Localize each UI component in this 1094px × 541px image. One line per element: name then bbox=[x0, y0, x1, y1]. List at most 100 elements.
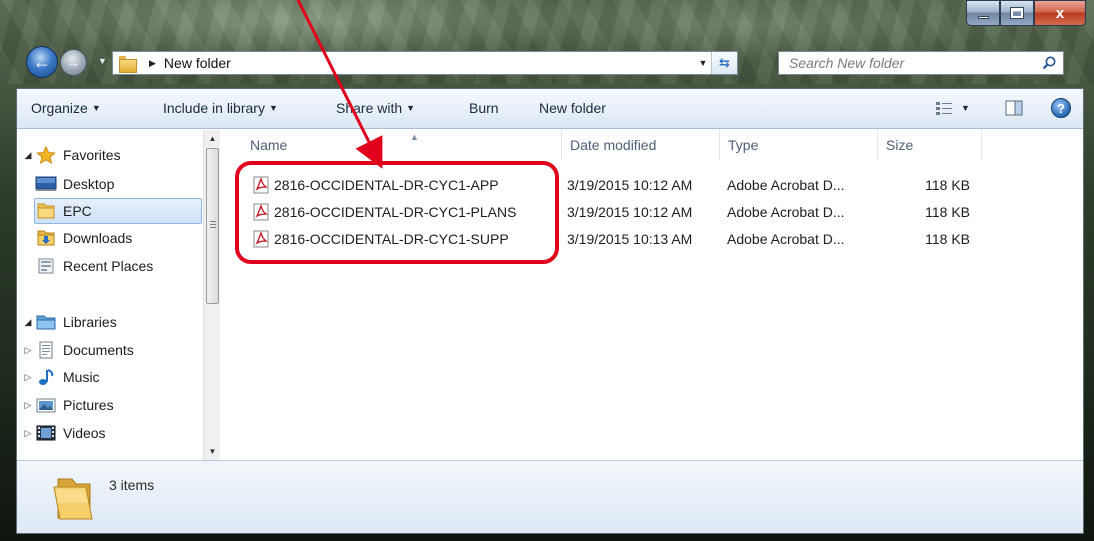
view-details-icon bbox=[936, 102, 952, 115]
sort-ascending-icon: ▲ bbox=[410, 132, 419, 142]
expand-triangle-icon[interactable]: ▷ bbox=[21, 372, 35, 383]
nav-item-label: Music bbox=[63, 369, 100, 385]
file-size: 118 KB bbox=[925, 177, 970, 193]
file-date-modified: 3/19/2015 10:13 AM bbox=[567, 231, 693, 247]
close-icon: x bbox=[1055, 4, 1065, 22]
pdf-file-icon bbox=[253, 230, 269, 248]
file-type: Adobe Acrobat D... bbox=[727, 204, 845, 220]
file-type: Adobe Acrobat D... bbox=[727, 177, 845, 193]
folder-icon bbox=[35, 202, 57, 220]
file-name: 2816-OCCIDENTAL-DR-CYC1-APP bbox=[274, 177, 499, 193]
maximize-button[interactable] bbox=[1000, 0, 1034, 26]
file-type: Adobe Acrobat D... bbox=[727, 231, 845, 247]
change-view-button[interactable]: ▼ bbox=[935, 98, 975, 118]
help-button[interactable]: ? bbox=[1051, 98, 1071, 118]
file-size: 118 KB bbox=[925, 231, 970, 247]
column-header-name[interactable]: Name ▲ bbox=[242, 130, 562, 160]
nav-item-recent-places[interactable]: Recent Places bbox=[35, 253, 153, 279]
arrow-right-icon: → bbox=[66, 54, 81, 71]
share-with-label: Share with bbox=[336, 100, 403, 116]
preview-pane-icon[interactable] bbox=[1005, 99, 1023, 117]
nav-item-label: Videos bbox=[63, 425, 106, 441]
expand-triangle-icon[interactable]: ▷ bbox=[21, 428, 35, 439]
file-row[interactable]: 2816-OCCIDENTAL-DR-CYC1-SUPP 3/19/2015 1… bbox=[236, 226, 996, 253]
nav-item-desktop[interactable]: Desktop bbox=[35, 171, 114, 197]
nav-item-videos[interactable]: ▷ Videos bbox=[21, 420, 106, 446]
file-size: 118 KB bbox=[925, 204, 970, 220]
share-with-menu[interactable]: Share with ▼ bbox=[336, 100, 415, 116]
column-header-label: Name bbox=[250, 137, 288, 153]
new-folder-label: New folder bbox=[539, 100, 606, 116]
breadcrumb-current-folder[interactable]: New folder bbox=[164, 55, 231, 71]
search-icon[interactable] bbox=[1041, 55, 1057, 71]
nav-item-downloads[interactable]: Downloads bbox=[35, 225, 132, 251]
minimize-icon bbox=[977, 15, 989, 19]
details-pane: 3 items bbox=[17, 460, 1083, 533]
libraries-icon bbox=[35, 313, 57, 331]
column-header-type[interactable]: Type bbox=[720, 130, 878, 160]
chevron-right-icon[interactable]: ▶ bbox=[149, 58, 156, 69]
burn-label: Burn bbox=[469, 100, 499, 116]
scrollbar-thumb[interactable] bbox=[206, 148, 219, 304]
file-name: 2816-OCCIDENTAL-DR-CYC1-SUPP bbox=[274, 231, 509, 247]
file-name: 2816-OCCIDENTAL-DR-CYC1-PLANS bbox=[274, 204, 517, 220]
scroll-up-icon[interactable]: ▲ bbox=[204, 130, 221, 147]
navigation-pane: ◢ Favorites Desktop EPC Downloads Recent… bbox=[17, 130, 222, 460]
column-header-label: Date modified bbox=[570, 137, 657, 153]
file-list: Name ▲ Date modified Type Size 2816-OCCI… bbox=[222, 130, 1083, 460]
nav-item-label: Recent Places bbox=[63, 258, 154, 274]
address-bar[interactable]: ▶ New folder ▼ ⇆ bbox=[112, 51, 738, 75]
column-header-label: Type bbox=[728, 137, 759, 153]
favorites-star-icon bbox=[35, 146, 57, 164]
column-header-size[interactable]: Size bbox=[878, 130, 982, 160]
grip-icon bbox=[210, 221, 216, 228]
recent-pages-dropdown[interactable]: ▼ bbox=[98, 56, 110, 68]
music-icon bbox=[35, 368, 57, 386]
nav-item-documents[interactable]: ▷ Documents bbox=[21, 337, 134, 363]
refresh-button[interactable]: ⇆ bbox=[711, 52, 737, 74]
organize-label: Organize bbox=[31, 100, 88, 116]
column-header-date-modified[interactable]: Date modified bbox=[562, 130, 720, 160]
recent-places-icon bbox=[35, 257, 57, 275]
expand-triangle-icon[interactable]: ◢ bbox=[21, 317, 35, 328]
search-input[interactable] bbox=[789, 55, 1029, 71]
nav-item-label: Downloads bbox=[63, 230, 133, 246]
expand-triangle-icon[interactable]: ◢ bbox=[21, 150, 35, 161]
file-row[interactable]: 2816-OCCIDENTAL-DR-CYC1-APP 3/19/2015 10… bbox=[236, 172, 996, 199]
nav-pane-scrollbar[interactable]: ▲ ▼ bbox=[203, 130, 220, 460]
search-box[interactable] bbox=[778, 51, 1064, 75]
minimize-button[interactable] bbox=[966, 0, 1000, 26]
folder-icon bbox=[119, 55, 137, 73]
nav-favorites[interactable]: ◢ Favorites bbox=[21, 142, 121, 168]
nav-favorites-label: Favorites bbox=[63, 147, 121, 163]
folder-icon bbox=[53, 478, 93, 520]
expand-triangle-icon[interactable]: ▷ bbox=[21, 400, 35, 411]
nav-item-pictures[interactable]: ▷ Pictures bbox=[21, 392, 114, 418]
caption-buttons: x bbox=[966, 0, 1086, 28]
help-icon: ? bbox=[1057, 100, 1065, 116]
chevron-down-icon: ▼ bbox=[91, 103, 101, 113]
pdf-file-icon bbox=[253, 176, 269, 194]
new-folder-button[interactable]: New folder bbox=[539, 100, 606, 116]
back-button[interactable]: ← bbox=[26, 46, 58, 78]
file-row[interactable]: 2816-OCCIDENTAL-DR-CYC1-PLANS 3/19/2015 … bbox=[236, 199, 996, 226]
nav-libraries[interactable]: ◢ Libraries bbox=[21, 309, 117, 335]
file-date-modified: 3/19/2015 10:12 AM bbox=[567, 177, 693, 193]
nav-item-label: Documents bbox=[63, 342, 134, 358]
documents-icon bbox=[35, 341, 57, 359]
organize-menu[interactable]: Organize ▼ bbox=[31, 100, 101, 116]
chevron-down-icon: ▼ bbox=[268, 103, 278, 113]
nav-item-epc[interactable]: EPC bbox=[34, 198, 202, 224]
address-history-dropdown[interactable]: ▼ bbox=[695, 58, 711, 68]
chevron-down-icon: ▼ bbox=[406, 103, 416, 113]
include-in-library-menu[interactable]: Include in library ▼ bbox=[163, 100, 278, 116]
scroll-down-icon[interactable]: ▼ bbox=[204, 443, 221, 460]
arrow-left-icon: ← bbox=[33, 51, 51, 72]
expand-triangle-icon[interactable]: ▷ bbox=[21, 345, 35, 356]
close-button[interactable]: x bbox=[1034, 0, 1086, 26]
forward-button[interactable]: → bbox=[60, 49, 87, 76]
nav-item-music[interactable]: ▷ Music bbox=[21, 364, 100, 390]
nav-item-label: EPC bbox=[63, 203, 92, 219]
burn-button[interactable]: Burn bbox=[469, 100, 499, 116]
command-bar: Organize ▼ Include in library ▼ Share with… bbox=[17, 89, 1083, 129]
